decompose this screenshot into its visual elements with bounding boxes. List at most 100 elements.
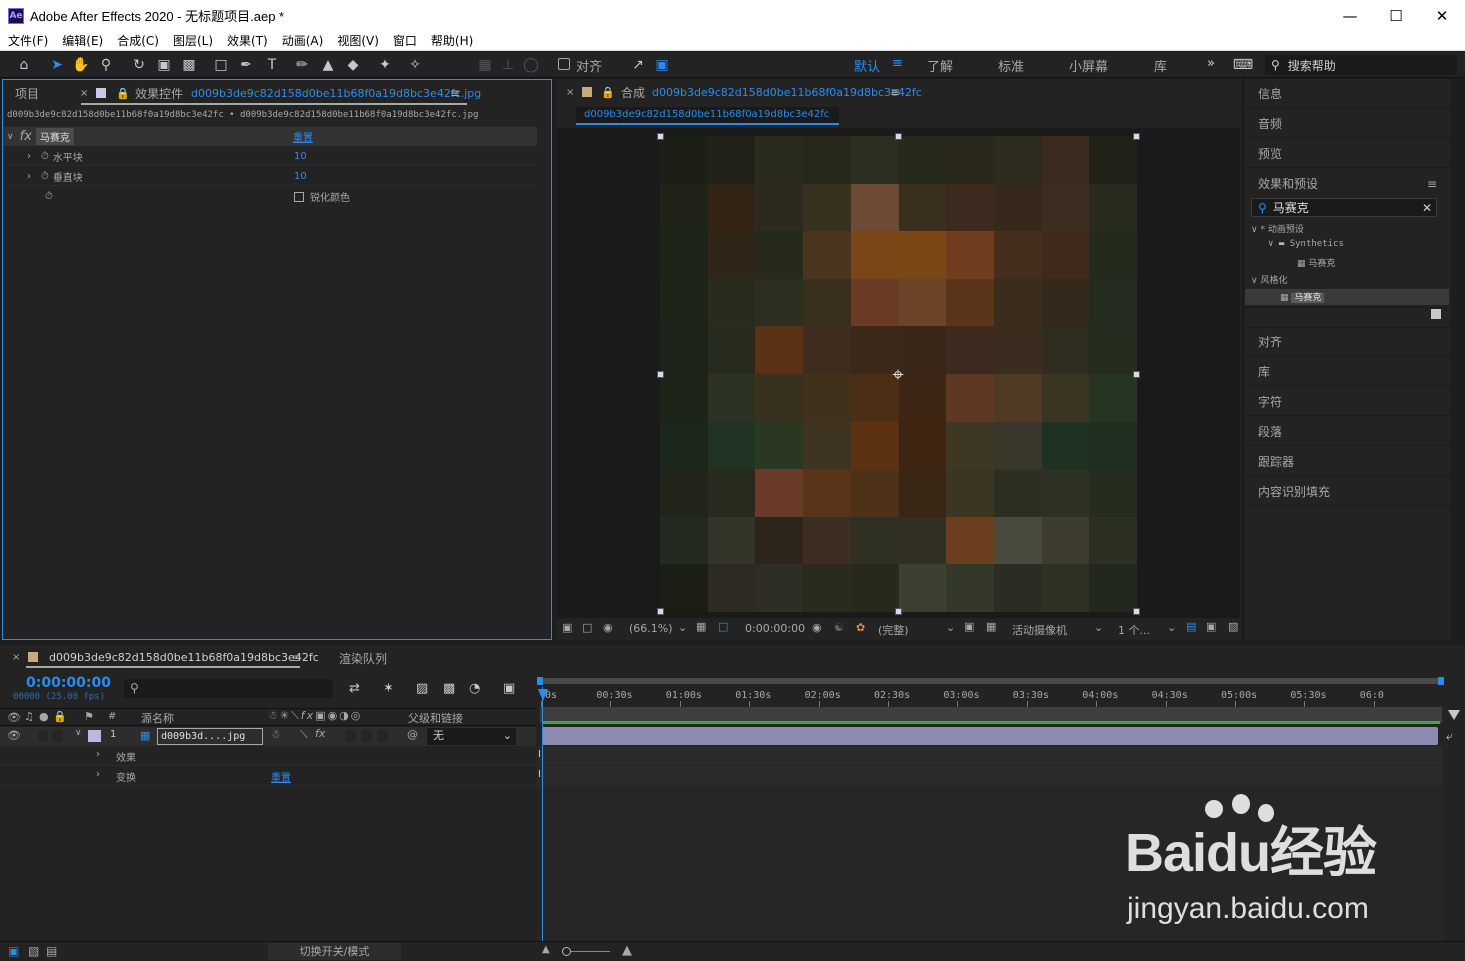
frame-blending-icon[interactable]: ▩ [443,681,455,696]
zoom-tool-icon[interactable]: ⚲ [96,55,116,74]
region-of-interest-icon[interactable]: □ [718,620,728,633]
expand-effect-icon[interactable]: ∨ [7,132,14,142]
tab-composition[interactable]: 合成 [621,84,645,101]
menu-view[interactable]: 视图(V) [337,32,379,49]
snapshot-icon[interactable]: ◉ [812,621,822,634]
layer-row[interactable]: 👁 ∨ 1 ▦ d009b3d....jpg ☃ ⟍ fx @ 无 ⌄ [0,727,536,746]
effects-search-input[interactable]: ⚲ 马赛克 ✕ [1251,198,1437,217]
comp-viewer-tab[interactable]: d009b3de9c82d158d0be11b68f0a19d8bc3e42fc [576,107,839,125]
brush-tool-icon[interactable]: ✏ [292,55,312,74]
monitor-icon[interactable]: □ [582,621,592,634]
sync-settings-icon[interactable]: ⌨ [1233,55,1253,74]
stopwatch-icon[interactable]: ⏱ [41,171,49,182]
panel-content-aware-fill[interactable]: 内容识别填充 [1245,477,1451,506]
rotate-tool-icon[interactable]: ↻ [129,55,149,74]
mask-visibility-icon[interactable]: ◉ [603,621,613,634]
transform-sub-row[interactable]: › 变换 重置 [0,766,536,786]
menu-edit[interactable]: 编辑(E) [62,32,103,49]
work-area-bar[interactable] [537,678,1443,684]
transform-handle[interactable] [657,371,664,378]
menu-layer[interactable]: 图层(L) [173,32,213,49]
zoom-value[interactable]: (66.1%) [629,622,673,635]
panel-menu-icon[interactable]: ≡ [291,651,301,665]
panel-preview[interactable]: 预览 [1245,139,1451,168]
eye-icon[interactable]: 👁 [7,729,21,742]
comp-mini-flowchart-icon[interactable]: ⇄ [349,681,360,696]
expand-prop-icon[interactable]: › [27,171,31,182]
panel-tracker[interactable]: 跟踪器 [1245,447,1451,476]
time-ruler[interactable]: 0s 00:30s 01:00s 01:30s 02:00s 02:30s 03:00s 03… [537,685,1443,707]
camera-select[interactable]: 活动摄像机 [1012,622,1067,638]
panel-effects-presets[interactable]: 效果和预设 ≡ [1245,169,1451,198]
label-icon[interactable]: ⚑ [84,710,94,723]
col-parent-link[interactable]: 父级和链接 [408,710,463,726]
playhead-handle[interactable] [538,689,548,701]
pen-tool-icon[interactable]: ✒ [236,55,256,74]
eraser-tool-icon[interactable]: ◆ [343,55,363,74]
axis-world-icon[interactable]: ⊥ [498,55,518,74]
current-timecode[interactable]: 0:00:00:00 [26,675,111,691]
lock-icon[interactable]: 🔒 [601,86,615,99]
workspace-default[interactable]: 默认 [854,56,880,75]
menu-composition[interactable]: 合成(C) [117,32,159,49]
roto-brush-tool-icon[interactable]: ✦ [375,55,395,74]
shy-layers-icon[interactable]: ▨ [416,681,428,696]
graph-editor-icon[interactable]: ▣ [503,681,515,696]
col-source-name[interactable]: 源名称 [141,710,174,726]
effects-sub-row[interactable]: › 效果 [0,746,536,766]
toggle-pixel-aspect-icon[interactable]: ▤ [1186,620,1196,633]
work-area-end-handle[interactable] [1438,677,1444,685]
axis-local-icon[interactable]: ▦ [475,55,495,74]
chevron-down-icon[interactable]: ⌄ [678,621,687,634]
rectangle-tool-icon[interactable]: □ [211,55,231,74]
comp-end-marker-icon[interactable] [1448,710,1460,720]
close-tab-icon[interactable]: × [12,652,20,663]
menu-effect[interactable]: 效果(T) [227,32,268,49]
panel-menu-icon[interactable]: ≡ [1427,177,1437,191]
transfer-controls-icon[interactable]: ▧ [28,944,39,958]
switch-slot[interactable] [345,730,356,742]
layer-end-arrow-icon[interactable]: ⤶ [1446,729,1453,744]
pan-behind-tool-icon[interactable]: ▩ [179,55,199,74]
minimize-icon[interactable]: — [1327,0,1373,31]
prop-horizontal-blocks-value[interactable]: 10 [294,151,307,162]
resolution-select[interactable]: (完整) [878,622,909,638]
flowchart-icon[interactable]: ▧ [1228,620,1238,633]
layer-switches-icon[interactable]: ▣ [8,944,19,958]
snap-checkbox[interactable] [558,58,570,70]
stopwatch-icon[interactable]: ⏱ [41,151,49,162]
tree-item-synthetics[interactable]: ∨ ▬ Synthetics [1268,239,1344,249]
transform-handle[interactable] [657,608,664,615]
stopwatch-icon[interactable]: ⏱ [45,191,53,202]
type-tool-icon[interactable]: T [262,55,282,74]
channel-icon[interactable]: ✿ [856,621,865,634]
menu-file[interactable]: 文件(F) [8,32,48,49]
expand-icon[interactable]: › [96,749,100,760]
tab-render-queue[interactable]: 渲染队列 [339,650,387,667]
camera-tool-icon[interactable]: ▣ [154,55,174,74]
chevron-down-icon[interactable]: ⌄ [946,621,955,634]
transform-handle[interactable] [895,133,902,140]
panel-character[interactable]: 字符 [1245,387,1451,416]
search-help-field[interactable]: ⚲ 搜索帮助 [1265,55,1457,75]
expand-icon[interactable]: › [96,769,100,780]
tree-item-mosaic-preset[interactable]: ▦ 马赛克 [1297,256,1335,269]
show-snapshot-icon[interactable]: ☯ [834,621,844,634]
axis-view-icon[interactable]: ◯ [521,55,541,74]
close-tab-icon[interactable]: × [80,88,88,99]
layer-search-input[interactable]: ⚲ [124,679,333,698]
panel-paragraph[interactable]: 段落 [1245,417,1451,446]
tree-item-animation-presets[interactable]: ∨ * 动画预设 [1251,222,1304,235]
workspace-menu-icon[interactable]: ≡ [892,56,903,71]
transform-handle[interactable] [1133,371,1140,378]
solo-toggle-icon[interactable]: ● [39,710,49,723]
video-toggle-icon[interactable]: 👁 [7,711,21,724]
close-icon[interactable]: ✕ [1419,0,1465,31]
tab-effect-controls[interactable]: 效果控件 [135,85,183,102]
effect-reset-link[interactable]: 重置 [293,129,313,144]
layer-name[interactable]: d009b3d....jpg [157,728,263,745]
tab-project[interactable]: 项目 [15,85,39,102]
workspace-libraries[interactable]: 库 [1154,56,1167,75]
chevron-down-icon[interactable]: ∨ [75,728,82,738]
audio-toggle-icon[interactable]: ♫ [24,710,34,723]
